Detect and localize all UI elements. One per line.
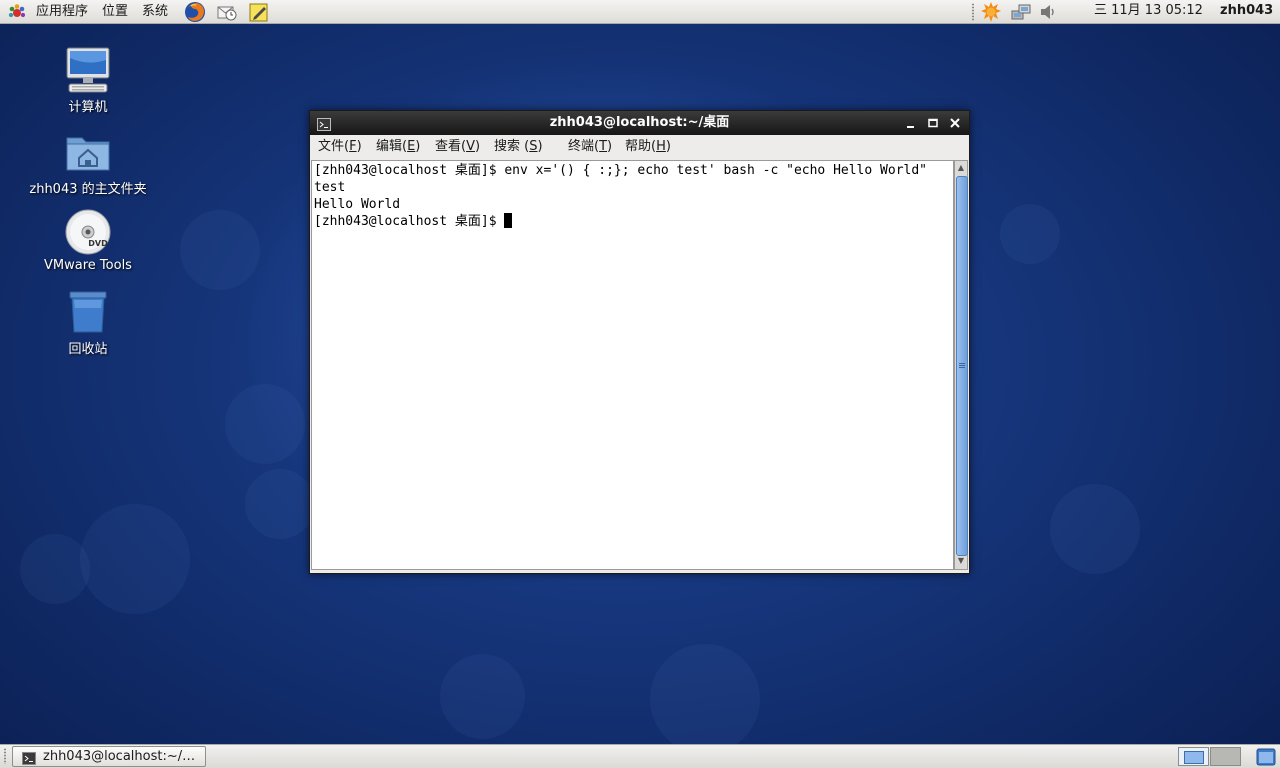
terminal-line: test: [314, 180, 346, 195]
trash-icon: [64, 288, 112, 336]
system-menu[interactable]: 系统: [142, 0, 168, 24]
panel-handle: [4, 748, 6, 764]
desktop-icon-vmware-tools[interactable]: DVD VMware Tools: [23, 208, 153, 273]
dvd-badge: DVD: [88, 239, 108, 248]
desktop-icon-trash[interactable]: 回收站: [23, 288, 153, 357]
taskbar-item-terminal[interactable]: zhh043@localhost:~/…: [12, 746, 206, 767]
terminal-cursor: [504, 213, 513, 228]
panel-separator: [972, 3, 974, 21]
minimize-icon: [907, 126, 914, 128]
workspace-2[interactable]: [1210, 747, 1241, 766]
show-desktop-icon[interactable]: [1256, 748, 1276, 766]
minimize-button[interactable]: [903, 115, 919, 131]
clock[interactable]: 三 11月 13 05:12: [1094, 0, 1203, 22]
terminal-line: Hello World: [314, 197, 401, 212]
user-name[interactable]: zhh043: [1220, 0, 1273, 22]
terminal-window[interactable]: zhh043@localhost:~/桌面 文件(F) 编辑(E) 查看(V) …: [309, 110, 970, 574]
firefox-icon[interactable]: [184, 1, 206, 23]
terminal-output[interactable]: [zhh043@localhost 桌面]$ env x='() { :;}; …: [311, 160, 954, 570]
applications-menu[interactable]: 应用程序: [36, 0, 88, 24]
gnome-foot-icon[interactable]: [6, 1, 28, 23]
scroll-up-icon[interactable]: ▲: [957, 162, 965, 174]
volume-icon[interactable]: [1038, 1, 1060, 23]
maximize-icon: [928, 118, 938, 128]
update-notifier-icon[interactable]: [980, 1, 1002, 23]
menu-help[interactable]: 帮助(H): [625, 135, 671, 159]
scroll-down-icon[interactable]: ▼: [957, 555, 965, 567]
desktop-icon-label: 计算机: [68, 100, 108, 115]
terminal-scrollbar[interactable]: ▲ ▼: [954, 160, 968, 570]
terminal-line: [zhh043@localhost 桌面]$ env x='() { :;}; …: [314, 163, 927, 178]
places-menu[interactable]: 位置: [102, 0, 128, 24]
dvd-icon: DVD: [64, 208, 112, 256]
maximize-button[interactable]: [925, 115, 941, 131]
menu-file[interactable]: 文件(F): [318, 135, 362, 159]
desktop-icon-label: VMware Tools: [44, 258, 132, 273]
terminal-prompt-line: [zhh043@localhost 桌面]$: [314, 213, 951, 230]
desktop-icon-label: zhh043 的主文件夹: [29, 182, 147, 197]
menu-search[interactable]: 搜索 (S): [494, 135, 543, 159]
top-panel: 应用程序 位置 系统 三 11月 13 05:12 zhh043: [0, 0, 1280, 24]
close-button[interactable]: [947, 115, 963, 131]
close-icon: [950, 118, 960, 128]
terminal-line: [zhh043@localhost 桌面]$: [314, 214, 505, 229]
terminal-menubar: 文件(F) 编辑(E) 查看(V) 搜索 (S) 终端(T) 帮助(H): [310, 135, 969, 159]
menu-edit[interactable]: 编辑(E): [376, 135, 420, 159]
desktop-icon-computer[interactable]: 计算机: [23, 46, 153, 115]
window-title: zhh043@localhost:~/桌面: [549, 115, 730, 130]
desktop-icon-home-folder[interactable]: zhh043 的主文件夹: [23, 128, 153, 197]
text-editor-icon[interactable]: [248, 1, 270, 23]
computer-icon: [64, 46, 112, 94]
workspace-1[interactable]: [1178, 747, 1209, 766]
network-icon[interactable]: [1010, 1, 1032, 23]
menu-terminal[interactable]: 终端(T): [568, 135, 612, 159]
desktop-icon-label: 回收站: [68, 342, 108, 357]
window-titlebar[interactable]: zhh043@localhost:~/桌面: [310, 111, 969, 135]
taskbar-item-label: zhh043@localhost:~/…: [43, 749, 196, 764]
terminal-icon: [22, 750, 36, 765]
bottom-panel: zhh043@localhost:~/…: [0, 744, 1280, 768]
scroll-thumb[interactable]: [956, 176, 968, 556]
menu-view[interactable]: 查看(V): [435, 135, 480, 159]
home-folder-icon: [64, 128, 112, 176]
mail-clock-icon[interactable]: [216, 1, 238, 23]
